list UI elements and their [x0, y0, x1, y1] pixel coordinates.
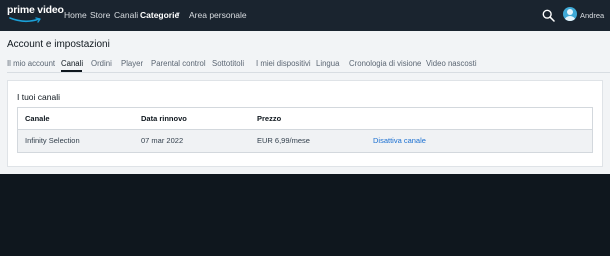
tab-parental-control[interactable]: Parental control	[151, 58, 206, 69]
nav-categories[interactable]: Categorie	[140, 9, 179, 21]
price: EUR 6,99/mese	[257, 136, 310, 145]
tab-my-devices[interactable]: I miei dispositivi	[256, 58, 311, 69]
column-header-price: Prezzo	[257, 114, 282, 123]
column-header-channel: Canale	[25, 114, 50, 123]
account-settings-panel: Account e impostazioni Il mio account Ca…	[0, 31, 610, 174]
nav-personal-area[interactable]: Area personale	[189, 9, 247, 21]
chevron-down-icon[interactable]: ▼	[175, 9, 181, 21]
nav-channels[interactable]: Canali	[114, 9, 138, 21]
nav-home[interactable]: Home	[64, 9, 87, 21]
table-header: Canale Data rinnovo Prezzo	[18, 108, 592, 130]
table-row: Infinity Selection 07 mar 2022 EUR 6,99/…	[18, 130, 592, 152]
tab-player[interactable]: Player	[121, 58, 143, 69]
channel-name: Infinity Selection	[25, 136, 80, 145]
nav-store[interactable]: Store	[90, 9, 110, 21]
user-avatar[interactable]	[563, 7, 577, 21]
tab-my-account[interactable]: Il mio account	[7, 58, 55, 69]
tab-orders[interactable]: Ordini	[91, 58, 112, 69]
logo-text: prime video	[7, 4, 64, 16]
user-name[interactable]: Andrea	[580, 10, 604, 21]
card-title: I tuoi canali	[17, 92, 60, 102]
tabs-divider	[7, 72, 610, 73]
channels-card: I tuoi canali Canale Data rinnovo Prezzo…	[7, 80, 603, 167]
tab-channels[interactable]: Canali	[61, 58, 83, 69]
page-title: Account e impostazioni	[7, 39, 110, 50]
logo-smile-icon	[9, 17, 41, 23]
avatar-body	[564, 16, 576, 21]
avatar-head	[567, 9, 573, 15]
column-header-renewal-date: Data rinnovo	[141, 114, 187, 123]
search-icon[interactable]	[542, 9, 555, 22]
tab-subtitles[interactable]: Sottotitoli	[212, 58, 244, 69]
top-navigation-bar: prime video Home Store Canali Categorie …	[0, 0, 610, 31]
tab-watch-history[interactable]: Cronologia di visione	[349, 58, 421, 69]
tab-language[interactable]: Lingua	[316, 58, 339, 69]
prime-video-logo[interactable]: prime video	[7, 4, 64, 26]
tab-hidden-videos[interactable]: Video nascosti	[426, 58, 477, 69]
deactivate-channel-link[interactable]: Disattiva canale	[373, 136, 426, 146]
renewal-date: 07 mar 2022	[141, 136, 184, 145]
channels-table: Canale Data rinnovo Prezzo Infinity Sele…	[17, 107, 593, 153]
